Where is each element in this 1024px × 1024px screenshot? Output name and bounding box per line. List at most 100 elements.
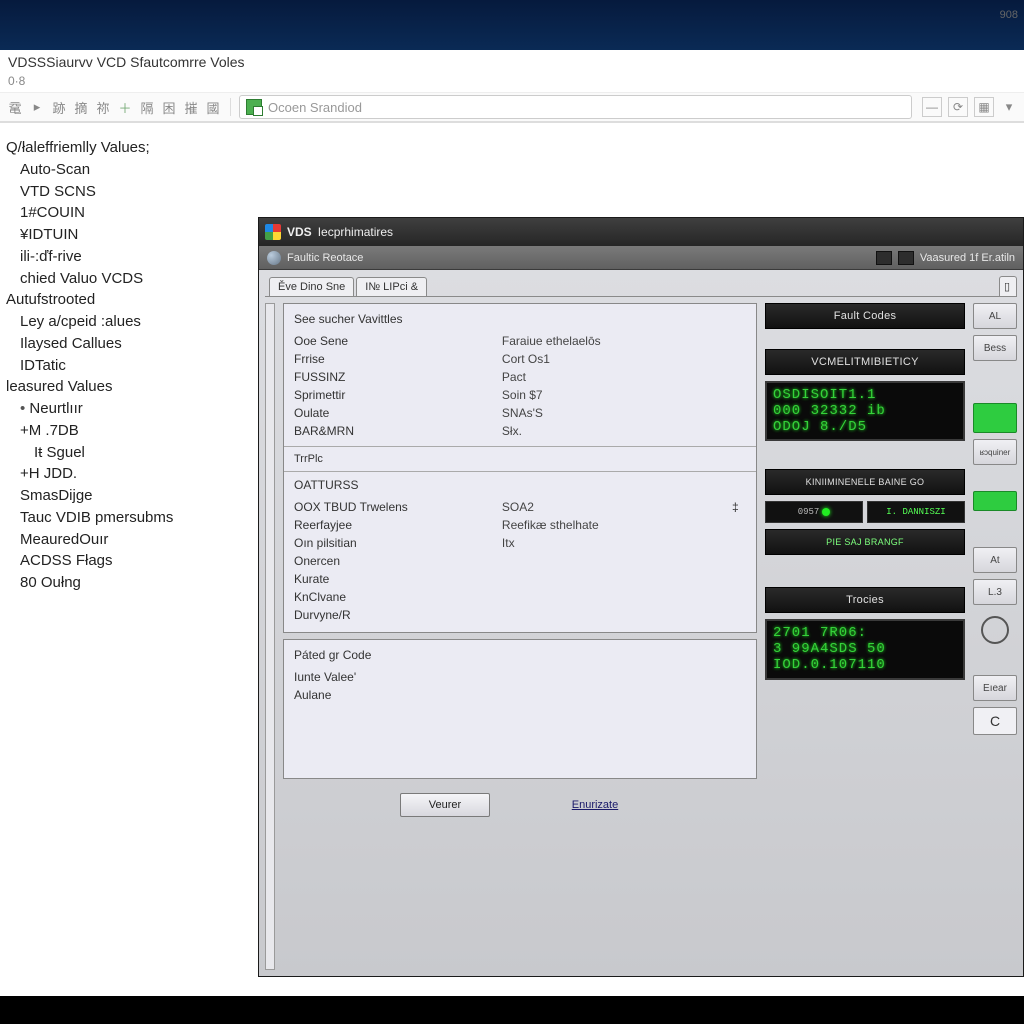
lcd2-line3: IOD.0.107110 <box>773 657 957 673</box>
p1rows2-row-2: Oın pilsitianItx <box>294 534 746 552</box>
row-marker: ‡ <box>732 500 746 514</box>
row-key: Sprimettir <box>294 388 502 402</box>
address-bar[interactable]: Ocoen Srandiod <box>239 95 912 119</box>
lcd2-line2: 3 99A4SDS 50 <box>773 641 957 657</box>
sidebar-item-10[interactable]: IDTatic <box>6 355 252 377</box>
window-subbar: Faultic Reotace Vaasured 1f Er.atiln <box>259 246 1023 270</box>
row-value: Pact <box>502 370 746 384</box>
far-right-column: AL Bess ʁɔquiner At L.3 Eıear C <box>973 303 1017 970</box>
subbar-btn-1[interactable] <box>876 251 892 265</box>
sidebar-item-18[interactable]: MeauredOuır <box>6 529 252 551</box>
far-rq-button[interactable]: ʁɔquiner <box>973 439 1017 465</box>
button-row: Veurer Enurizate <box>283 785 757 819</box>
sidebar-item-9[interactable]: Ilaysed Callues <box>6 333 252 355</box>
execute-button[interactable]: Enurizate <box>550 793 640 817</box>
row-key: Aulane <box>294 688 502 702</box>
sidebar-item-1[interactable]: Auto-Scan <box>6 159 252 181</box>
row-value: SNAs'S <box>502 406 746 420</box>
window-titlebar[interactable]: VDS Iecprhimatires <box>259 218 1023 246</box>
sidebar-item-15[interactable]: +H JDD. <box>6 463 252 485</box>
toolbar-right-1[interactable]: — <box>922 97 942 117</box>
subbar-orb-icon <box>267 251 281 265</box>
far-la-button[interactable]: L.3 <box>973 579 1017 605</box>
far-at-button[interactable]: At <box>973 547 1017 573</box>
explorer-toolbar: 鼋 ▸ 跡 摘 祢 ＋ 隔 困 摧 國 Ocoen Srandiod — ⟳ ▦… <box>0 92 1024 122</box>
sidebar-item-8[interactable]: Ley a/cpeid :alues <box>6 311 252 333</box>
status-left-text: 0957 <box>798 507 820 517</box>
row-value: Reefikæ sthelhate <box>502 518 746 532</box>
sidebar-item-0[interactable]: Q/łaleffriemlly Values; <box>6 137 252 159</box>
refresh-icon[interactable]: ⟳ <box>948 97 968 117</box>
dropdown-icon[interactable]: ▾ <box>1000 98 1018 116</box>
verify-button[interactable]: Veurer <box>400 793 490 817</box>
tab-overflow[interactable]: ▯ <box>999 276 1017 296</box>
far-green-button[interactable] <box>973 403 1017 433</box>
app-logo-icon <box>265 224 281 240</box>
row-key: Oulate <box>294 406 502 420</box>
sidebar-item-5[interactable]: ili-:ďf-rive <box>6 246 252 268</box>
sidebar-item-6[interactable]: chied Valuo VCDS <box>6 268 252 290</box>
row-key: Ooe Sene <box>294 334 502 348</box>
tabs-row: Ěve Dino Sne I№ LIPci & ▯ <box>265 276 1017 297</box>
subbar-btn-2[interactable] <box>898 251 914 265</box>
sidebar-item-19[interactable]: ACDSS Fłags <box>6 550 252 572</box>
left-column: See sucher Vavittles Ooe SeneFaraiue eth… <box>283 303 757 970</box>
far-green-slim[interactable] <box>973 491 1017 511</box>
row-value <box>502 554 746 568</box>
far-bt-button[interactable]: Bess <box>973 335 1017 361</box>
troues-button[interactable]: Trocies <box>765 587 965 613</box>
fault-codes-button[interactable]: Fault Codes <box>765 303 965 329</box>
row-key: Onercen <box>294 554 502 568</box>
variables-panel: See sucher Vavittles Ooe SeneFaraiue eth… <box>283 303 757 633</box>
nav-icon-2[interactable]: 摘 <box>72 98 90 116</box>
main-area: Q/łaleffriemlly Values;Auto-ScanVTD SCNS… <box>0 123 1024 999</box>
nav-icon-7[interactable]: 國 <box>204 98 222 116</box>
explorer-corner: 908 <box>1000 0 1018 30</box>
row-key: Oın pilsitian <box>294 536 502 550</box>
status-left: 0957 <box>765 501 863 523</box>
back-icon[interactable]: 鼋 <box>6 98 24 116</box>
tab-1[interactable]: Ěve Dino Sne <box>269 277 354 296</box>
far-c-button[interactable]: C <box>973 707 1017 735</box>
p2rows-row-1: Aulane <box>294 686 746 704</box>
toolbar-separator <box>230 98 231 116</box>
engine-button[interactable]: KINIIMINENELE BAINE GO <box>765 469 965 495</box>
tab-2[interactable]: I№ LIPci & <box>356 277 427 296</box>
sidebar-item-7[interactable]: Autufstrooted <box>6 289 252 311</box>
nav-icon-4[interactable]: 隔 <box>138 98 156 116</box>
taskbar-dark-bottom <box>0 996 1024 1024</box>
battery-button[interactable]: VCMELITMIBIETICY <box>765 349 965 375</box>
sidebar-item-12[interactable]: Neurtlıır <box>6 398 252 420</box>
desktop-dark-top <box>0 0 1024 50</box>
p1rows2-row-5: KnClvane <box>294 588 746 606</box>
status-right: I. DANNISZI <box>867 501 965 523</box>
window-body: Ěve Dino Sne I№ LIPci & ▯ See sucher Vav… <box>259 270 1023 976</box>
explorer-header: 908 VDSSSiaurvv VCD Sfautcomrre Voles 0·… <box>0 50 1024 123</box>
sidebar-item-4[interactable]: ¥IDTUIN <box>6 224 252 246</box>
nav-icon-3[interactable]: 祢 <box>94 98 112 116</box>
p1rows-row-1: FrriseCort Os1 <box>294 350 746 368</box>
forward-icon[interactable]: ▸ <box>28 98 46 116</box>
sidebar-item-17[interactable]: Tauc VDIB pmersubms <box>6 507 252 529</box>
sidebar-tree: Q/łaleffriemlly Values;Auto-ScanVTD SCNS… <box>0 123 258 999</box>
far-ex-button[interactable]: Eıear <box>973 675 1017 701</box>
row-value <box>502 572 746 586</box>
row-key: FUSSINZ <box>294 370 502 384</box>
sidebar-item-14[interactable]: Iŧ Sguel <box>6 442 252 464</box>
sidebar-item-3[interactable]: 1#COUIN <box>6 202 252 224</box>
nav-icon-1[interactable]: 跡 <box>50 98 68 116</box>
nav-icon-5[interactable]: 困 <box>160 98 178 116</box>
far-al-button[interactable]: AL <box>973 303 1017 329</box>
spark-button[interactable]: PIE SAJ BRANGF <box>765 529 965 555</box>
sidebar-item-13[interactable]: +M .7DB <box>6 420 252 442</box>
sidebar-item-20[interactable]: 80 Oułng <box>6 572 252 594</box>
view-icon[interactable]: ▦ <box>974 97 994 117</box>
sidebar-item-16[interactable]: SmasDijge <box>6 485 252 507</box>
sidebar-item-11[interactable]: leasured Values <box>6 376 252 398</box>
add-icon[interactable]: ＋ <box>116 98 134 116</box>
sidebar-item-2[interactable]: VTD SCNS <box>6 181 252 203</box>
p1rows-row-5: BAR&MRNSłx. <box>294 422 746 440</box>
nav-icon-6[interactable]: 摧 <box>182 98 200 116</box>
far-dial[interactable] <box>973 611 1017 649</box>
p1rows-row-3: SprimettirSoin $7 <box>294 386 746 404</box>
